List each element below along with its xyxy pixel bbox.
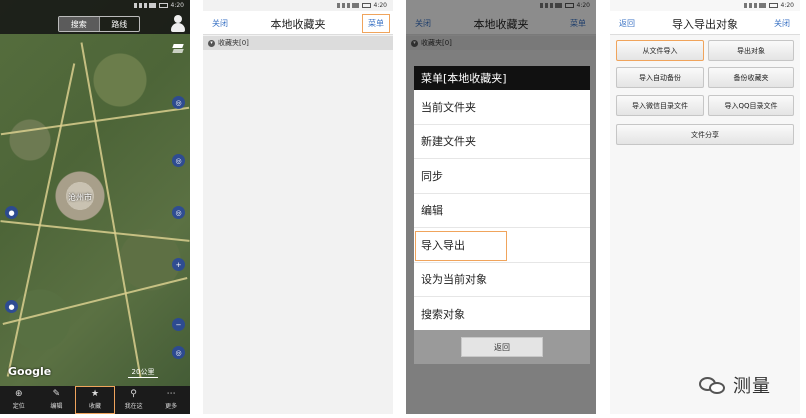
tab-route[interactable]: 路线 <box>98 17 140 31</box>
page-title: 导入导出对象 <box>672 18 738 31</box>
pin-icon: ⚲ <box>130 389 137 399</box>
layers-icon[interactable] <box>172 44 184 54</box>
watermark: 测量 <box>699 372 771 398</box>
wechat-icon <box>699 374 727 396</box>
import-auto-backup-button[interactable]: 导入自动备份 <box>616 67 704 88</box>
status-bar: 4:20 <box>406 0 596 11</box>
signal-icon <box>336 3 359 8</box>
collapse-icon: ▾ <box>411 39 418 47</box>
nav-edit[interactable]: ✎ 编辑 <box>38 386 76 414</box>
status-bar: 4:20 <box>0 0 190 11</box>
menu-dialog-title: 菜单[本地收藏夹] <box>414 66 590 90</box>
nav-bar: 关闭 本地收藏夹 菜单 <box>406 11 596 35</box>
menu-button[interactable]: 菜单 <box>570 18 586 29</box>
export-object-button[interactable]: 导出对象 <box>708 40 794 61</box>
share-file-button[interactable]: 文件分享 <box>616 124 794 145</box>
star-icon: ★ <box>90 389 100 399</box>
zoom-in-icon[interactable]: + <box>172 258 185 271</box>
back-button[interactable]: 返回 <box>619 18 635 29</box>
nav-label: 更多 <box>165 403 178 410</box>
menu-button[interactable]: 菜单 <box>362 14 390 33</box>
status-bar: 4:20 <box>203 0 393 11</box>
menu-item-sync[interactable]: 同步 <box>414 159 590 194</box>
battery-icon <box>158 3 168 8</box>
import-qq-dir-button[interactable]: 导入QQ目录文件 <box>708 95 794 116</box>
map-top-bar: 4:20 搜索 路线 <box>0 0 190 34</box>
nav-label: 收藏 <box>88 403 101 410</box>
status-bar: 4:20 <box>610 0 800 11</box>
menu-item-current-folder[interactable]: 当前文件夹 <box>414 90 590 125</box>
import-wechat-dir-button[interactable]: 导入微信目录文件 <box>616 95 704 116</box>
battery-icon <box>768 3 778 8</box>
nav-bar: 返回 导入导出对象 关闭 <box>610 11 800 35</box>
menu-item-import-export[interactable]: 导入导出 <box>414 228 590 263</box>
search-route-switch: 搜索 路线 <box>58 16 140 32</box>
menu-item-new-folder[interactable]: 新建文件夹 <box>414 125 590 159</box>
page-title: 本地收藏夹 <box>473 18 529 31</box>
map-tool-icon[interactable]: ◎ <box>172 96 185 109</box>
folder-label: 收藏夹[0] <box>218 39 249 47</box>
tab-search[interactable]: 搜索 <box>59 17 99 31</box>
nav-label: 定位 <box>12 403 25 410</box>
close-button[interactable]: 关闭 <box>212 18 228 29</box>
watermark-text: 测量 <box>733 376 771 397</box>
import-export-screen: 4:20 返回 导入导出对象 关闭 从文件导入 导出对象 导入自动备份 备份收藏… <box>610 0 800 414</box>
map-marker-icon[interactable]: ● <box>5 206 18 219</box>
pencil-icon: ✎ <box>52 389 61 399</box>
nav-favorites[interactable]: ★ 收藏 <box>75 386 115 414</box>
signal-icon <box>133 3 156 8</box>
city-label: 沧州市 <box>68 193 92 202</box>
import-from-file-button[interactable]: 从文件导入 <box>616 40 704 61</box>
zoom-out-icon[interactable]: − <box>172 318 185 331</box>
menu-dialog: 菜单[本地收藏夹] 当前文件夹 新建文件夹 同步 编辑 导入导出 设为当前对象 … <box>414 66 590 364</box>
bottom-nav: ⊕ 定位 ✎ 编辑 ★ 收藏 ⚲ 我在这 ⋯ 更多 <box>0 386 190 414</box>
menu-item-edit[interactable]: 编辑 <box>414 194 590 228</box>
status-time: 4:20 <box>373 2 387 9</box>
battery-icon <box>361 3 371 8</box>
back-button[interactable]: 返回 <box>461 337 543 357</box>
scale-bar: 20公里 <box>128 367 158 378</box>
close-button[interactable]: 关闭 <box>774 18 790 29</box>
folder-header[interactable]: ▾ 收藏夹[0] <box>406 36 596 50</box>
nav-bar: 关闭 本地收藏夹 菜单 <box>203 11 393 35</box>
user-icon[interactable] <box>170 15 186 33</box>
backup-favorites-button[interactable]: 备份收藏夹 <box>708 67 794 88</box>
nav-locate[interactable]: ⊕ 定位 <box>0 386 38 414</box>
menu-footer: 返回 <box>414 330 590 364</box>
map-marker-icon[interactable]: ● <box>5 300 18 313</box>
map-tool-icon[interactable]: ◎ <box>172 154 185 167</box>
more-icon: ⋯ <box>166 389 176 399</box>
status-time: 4:20 <box>780 2 794 9</box>
folder-header[interactable]: ▾ 收藏夹[0] <box>203 36 393 50</box>
status-time: 4:20 <box>170 2 184 9</box>
nav-label: 编辑 <box>50 403 63 410</box>
signal-icon <box>539 3 562 8</box>
collapse-icon: ▾ <box>208 39 215 47</box>
satellite-map[interactable] <box>0 0 190 386</box>
favorites-screen: 4:20 关闭 本地收藏夹 菜单 ▾ 收藏夹[0] <box>203 0 393 414</box>
map-tool-icon[interactable]: ◎ <box>172 206 185 219</box>
nav-more[interactable]: ⋯ 更多 <box>152 386 190 414</box>
nav-label: 我在这 <box>124 403 143 410</box>
map-logo: Google <box>8 365 52 378</box>
close-button[interactable]: 关闭 <box>415 18 431 29</box>
menu-item-set-current[interactable]: 设为当前对象 <box>414 263 590 297</box>
signal-icon <box>743 3 766 8</box>
nav-here[interactable]: ⚲ 我在这 <box>115 386 153 414</box>
folder-label: 收藏夹[0] <box>421 39 452 47</box>
map-tool-icon[interactable]: ◎ <box>172 346 185 359</box>
map-screen: 沧州市 4:20 搜索 路线 ◎ ◎ ◎ + − ◎ ● ● Google 20… <box>0 0 190 414</box>
battery-icon <box>564 3 574 8</box>
status-time: 4:20 <box>576 2 590 9</box>
menu-item-search[interactable]: 搜索对象 <box>414 297 590 332</box>
locate-icon: ⊕ <box>15 389 23 399</box>
menu-screen: 4:20 关闭 本地收藏夹 菜单 ▾ 收藏夹[0] 菜单[本地收藏夹] 当前文件… <box>406 0 596 414</box>
